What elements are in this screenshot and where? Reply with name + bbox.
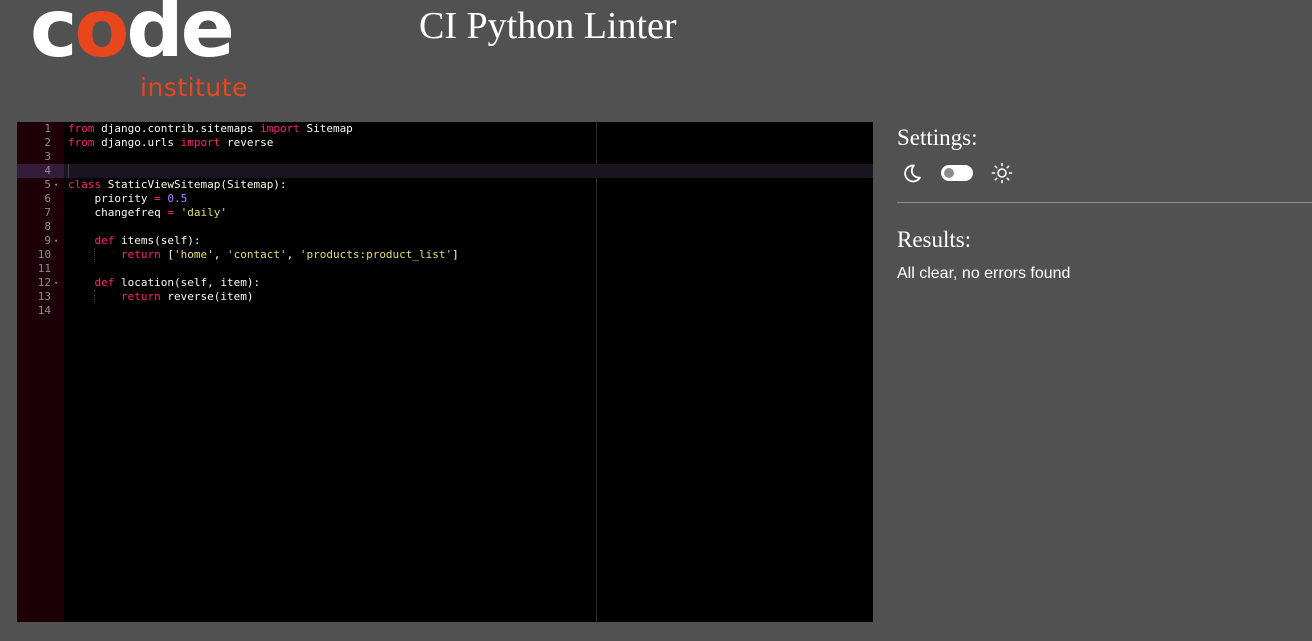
code-text: from django.contrib.sitemaps import Site… [68, 122, 353, 136]
panel-divider [897, 202, 1312, 203]
code-token: [ [160, 248, 174, 261]
code-editor[interactable]: 1 from django.contrib.sitemaps import Sit… [17, 122, 873, 622]
code-token: return [120, 248, 161, 261]
line-number: 14 [37, 304, 51, 317]
code-text: def items(self): [68, 234, 201, 248]
code-token: django.urls [94, 136, 181, 149]
code-token: items(self): [114, 234, 201, 247]
code-token: 'products:product_list' [299, 248, 453, 261]
line-number: 2 [44, 136, 51, 149]
code-token: 0.5 [167, 192, 188, 205]
code-line[interactable]: 6 priority = 0.5 [17, 192, 873, 206]
toggle-knob [944, 168, 954, 178]
code-line[interactable]: 8 [17, 220, 873, 234]
code-token: 'daily' [180, 206, 227, 219]
code-token: StaticViewSitemap(Sitemap): [101, 178, 287, 191]
logo-text-c: c [30, 0, 77, 75]
code-text: return reverse(item) [68, 290, 253, 304]
page-title: CI Python Linter [419, 5, 677, 47]
results-heading: Results: [897, 227, 972, 252]
code-line[interactable]: 7 changefreq = 'daily' [17, 206, 873, 220]
line-number: 8 [44, 220, 51, 233]
line-number: 6 [44, 192, 51, 205]
code-text: class StaticViewSitemap(Sitemap): [68, 178, 287, 192]
moon-icon [901, 162, 923, 184]
code-token: class [68, 178, 102, 191]
code-token: import [260, 122, 300, 135]
code-token: 'home' [173, 248, 214, 261]
code-token: def [94, 234, 115, 247]
code-token: from [68, 136, 95, 149]
code-line[interactable]: 12 ▾ def location(self, item): [17, 276, 873, 290]
logo-text-de: de [126, 0, 235, 75]
code-text: def location(self, item): [68, 276, 261, 290]
code-token: , [286, 248, 300, 261]
line-number: 13 [37, 290, 51, 303]
logo-subtitle: institute [140, 73, 248, 102]
code-line[interactable]: 9 ▾ def items(self): [17, 234, 873, 248]
code-token: import [180, 136, 221, 149]
code-token: priority [68, 192, 155, 205]
code-line[interactable]: 2 from django.urls import reverse [17, 136, 873, 150]
code-token: = [154, 192, 161, 205]
line-number: 4 [17, 164, 64, 178]
line-number: 10 [37, 248, 51, 261]
line-number: 1 [44, 122, 51, 135]
code-token: from [68, 122, 95, 135]
line-number: 11 [37, 262, 51, 275]
sun-icon [991, 162, 1013, 184]
code-token: ] [452, 248, 459, 261]
code-text: return ['home', 'contact', 'products:pro… [68, 248, 459, 262]
code-token: reverse(item) [160, 290, 254, 303]
code-line[interactable]: 4 [17, 164, 873, 178]
code-token: reverse [220, 136, 274, 149]
code-line[interactable]: 14 [17, 304, 873, 318]
code-token: = [167, 206, 174, 219]
code-text: changefreq = 'daily' [68, 206, 227, 220]
results-message: All clear, no errors found [897, 265, 1071, 282]
text-cursor [68, 164, 69, 178]
logo-wordmark: code [30, 0, 235, 69]
line-number: 7 [44, 206, 51, 219]
settings-heading: Settings: [897, 125, 978, 150]
code-token: return [120, 290, 161, 303]
code-token: location(self, item): [114, 276, 261, 289]
code-line[interactable]: 1 from django.contrib.sitemaps import Sit… [17, 122, 873, 136]
code-token: django.contrib.sitemaps [94, 122, 261, 135]
code-line[interactable]: 11 [17, 262, 873, 276]
code-token: , [213, 248, 227, 261]
fold-arrow-icon[interactable]: ▾ [54, 178, 62, 192]
code-line[interactable]: 5 ▾ class StaticViewSitemap(Sitemap): [17, 178, 873, 192]
theme-toggle-row [901, 162, 1031, 184]
code-line[interactable]: 10 return ['home', 'contact', 'products:… [17, 248, 873, 262]
code-institute-logo: code institute [30, 0, 260, 105]
fold-arrow-icon[interactable]: ▾ [54, 276, 62, 290]
fold-arrow-icon[interactable]: ▾ [54, 234, 62, 248]
code-token: Sitemap [299, 122, 353, 135]
code-token: def [94, 276, 115, 289]
code-line[interactable]: 13 return reverse(item) [17, 290, 873, 304]
theme-toggle-switch[interactable] [941, 165, 973, 181]
code-text: from django.urls import reverse [68, 136, 273, 150]
code-token: 'contact' [226, 248, 287, 261]
code-text: priority = 0.5 [68, 192, 187, 206]
code-line[interactable]: 3 [17, 150, 873, 164]
line-number: 3 [44, 150, 51, 163]
logo-text-o: o [74, 0, 129, 75]
code-token: changefreq [68, 206, 168, 219]
